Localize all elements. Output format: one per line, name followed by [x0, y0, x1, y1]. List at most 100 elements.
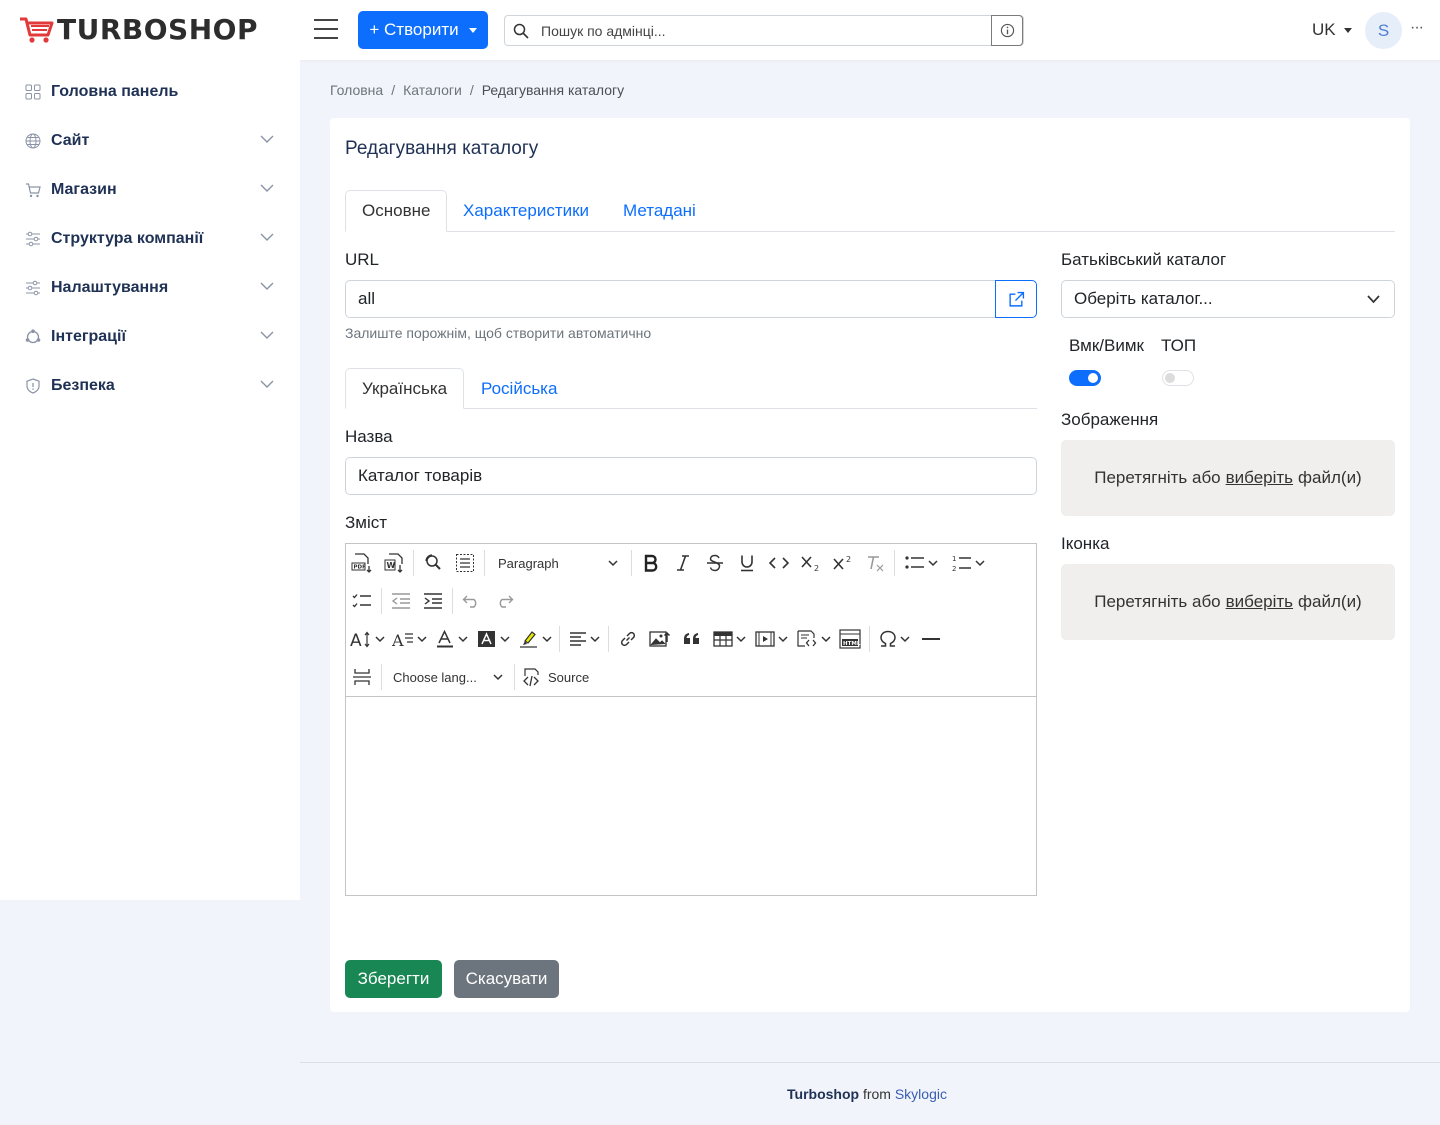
export-pdf-icon[interactable]: PDF [347, 548, 377, 578]
dropzone-browse-link[interactable]: виберіть [1226, 592, 1293, 612]
language-selector[interactable]: UK [1312, 20, 1352, 40]
page-title: Редагування каталогу [345, 138, 539, 159]
source-button[interactable]: Source [518, 667, 593, 687]
svg-text:2: 2 [846, 555, 851, 564]
footer-company-link[interactable]: Skylogic [895, 1086, 947, 1102]
sidebar-item-site[interactable]: Сайт [24, 128, 276, 154]
chevron-down-icon [260, 184, 274, 192]
toolbar-divider [894, 550, 895, 576]
special-characters-icon[interactable] [874, 624, 914, 654]
strikethrough-icon[interactable] [700, 548, 730, 578]
highlight-icon[interactable] [515, 624, 555, 654]
logo[interactable]: TURBOSHOP [19, 14, 258, 46]
link-icon[interactable] [613, 624, 643, 654]
remove-format-icon[interactable] [860, 548, 890, 578]
more-icon[interactable]: ··· [1410, 19, 1424, 37]
sidebar-item-security[interactable]: Безпека [24, 373, 276, 399]
content-label: Зміст [345, 513, 388, 532]
sidebar-item-settings[interactable]: Налаштування [24, 275, 276, 301]
export-word-icon[interactable]: W [379, 548, 409, 578]
logo-text: TURBOSHOP [57, 13, 258, 46]
cancel-button[interactable]: Скасувати [454, 960, 559, 998]
open-url-button[interactable] [995, 280, 1037, 318]
image-dropzone[interactable]: Перетягніть або виберіть файл(и) [1061, 440, 1395, 516]
blockquote-icon[interactable] [677, 624, 707, 654]
select-all-icon[interactable] [450, 548, 480, 578]
chevron-down-icon [1343, 27, 1352, 33]
bold-icon[interactable] [636, 548, 666, 578]
shield-icon [24, 377, 42, 395]
avatar[interactable]: S [1365, 12, 1402, 49]
sidebar-item-integrations[interactable]: Інтеграції [24, 324, 276, 350]
svg-text:W: W [387, 561, 396, 570]
editor-content-area[interactable] [346, 696, 1036, 895]
chevron-down-icon [493, 673, 503, 680]
code-icon[interactable] [764, 548, 794, 578]
underline-icon[interactable] [732, 548, 762, 578]
tab-russian[interactable]: Російська [465, 368, 573, 409]
text-align-icon[interactable] [564, 624, 604, 654]
breadcrumb-home[interactable]: Головна [330, 82, 383, 98]
chevron-down-icon [974, 559, 985, 566]
code-block-icon[interactable] [793, 624, 833, 654]
bulleted-list-icon[interactable] [899, 548, 943, 578]
sidebar-item-label: Налаштування [51, 279, 169, 296]
editor-toolbar-row: Choose lang... Source [346, 658, 593, 696]
chevron-down-icon [374, 635, 385, 642]
insert-table-icon[interactable] [709, 624, 749, 654]
font-family-icon[interactable]: A [389, 624, 429, 654]
html-embed-icon[interactable]: HTML [835, 624, 865, 654]
globe-icon [24, 132, 42, 150]
search-input[interactable] [541, 16, 989, 45]
find-replace-icon[interactable] [418, 548, 448, 578]
sidebar-item-company-structure[interactable]: Структура компанії [24, 226, 276, 252]
top-toggle[interactable] [1162, 370, 1194, 386]
font-color-icon[interactable] [431, 624, 471, 654]
breadcrumb-separator: / [469, 82, 474, 98]
chevron-down-icon [260, 282, 274, 290]
icon-label: Іконка [1061, 534, 1110, 553]
page-break-icon[interactable] [347, 662, 377, 692]
icon-dropzone[interactable]: Перетягніть або виберіть файл(и) [1061, 564, 1395, 640]
url-field[interactable]: all [345, 280, 996, 318]
code-language-dropdown[interactable]: Choose lang... [385, 670, 511, 685]
menu-toggle-icon[interactable] [314, 19, 338, 41]
svg-text:1: 1 [952, 555, 956, 563]
font-size-icon[interactable]: A [347, 624, 387, 654]
tab-ukrainian[interactable]: Українська [345, 368, 465, 409]
undo-icon[interactable] [457, 586, 487, 616]
dropzone-text: файл(и) [1298, 468, 1362, 487]
horizontal-line-icon[interactable] [916, 624, 946, 654]
paragraph-dropdown[interactable]: Paragraph [488, 556, 628, 571]
insert-image-icon[interactable] [645, 624, 675, 654]
name-field[interactable]: Каталог товарів [345, 457, 1037, 495]
indent-icon[interactable] [418, 586, 448, 616]
sidebar-item-shop[interactable]: Магазин [24, 177, 276, 203]
main-tabs: Основне Характеристики Метадані [345, 190, 1395, 232]
dropzone-browse-link[interactable]: виберіть [1226, 468, 1293, 488]
chevron-down-icon [820, 635, 831, 642]
tab-main[interactable]: Основне [345, 190, 448, 232]
numbered-list-icon[interactable]: 12 [945, 548, 991, 578]
create-button[interactable]: + Створити [358, 11, 488, 49]
parent-catalog-select[interactable]: Оберіть каталог... [1061, 280, 1395, 318]
enabled-toggle[interactable] [1069, 370, 1101, 386]
save-button[interactable]: Зберегти [345, 960, 442, 998]
superscript-icon[interactable]: 2 [828, 548, 858, 578]
todo-list-icon[interactable] [347, 586, 377, 616]
parent-catalog-value: Оберіть каталог... [1074, 289, 1213, 308]
background-color-icon[interactable] [473, 624, 513, 654]
create-button-label: + Створити [369, 20, 459, 39]
breadcrumb-catalogs[interactable]: Каталоги [403, 82, 462, 98]
subscript-icon[interactable]: 2 [796, 548, 826, 578]
outdent-icon[interactable] [386, 586, 416, 616]
sidebar-item-dashboard[interactable]: Головна панель [24, 79, 276, 105]
italic-icon[interactable] [668, 548, 698, 578]
tab-characteristics[interactable]: Характеристики [447, 190, 605, 232]
redo-icon[interactable] [489, 586, 519, 616]
search-info-button[interactable] [991, 15, 1023, 46]
enabled-label: Вмк/Вимк [1069, 336, 1144, 355]
insert-media-icon[interactable] [751, 624, 791, 654]
tab-metadata[interactable]: Метадані [607, 190, 712, 232]
url-hint: Залиште порожнім, щоб створити автоматич… [345, 325, 652, 341]
